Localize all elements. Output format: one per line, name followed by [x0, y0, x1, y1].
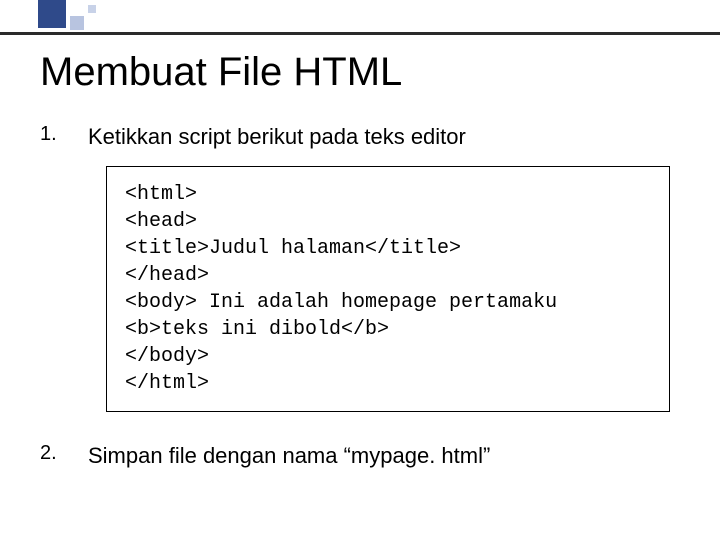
item-number: 2. — [40, 442, 88, 465]
list-item: 2. Simpan file dengan nama “mypage. html… — [40, 442, 680, 471]
item-text: Simpan file dengan nama “mypage. html” — [88, 442, 490, 471]
corner-decoration — [0, 0, 140, 40]
deco-square-large — [38, 0, 66, 28]
slide-content: Membuat File HTML 1. Ketikkan script ber… — [40, 50, 680, 484]
item-number: 1. — [40, 123, 88, 146]
list-item: 1. Ketikkan script berikut pada teks edi… — [40, 123, 680, 152]
code-block-wrap: <html> <head> <title>Judul halaman</titl… — [106, 166, 670, 412]
deco-bar — [0, 32, 720, 35]
deco-square-medium — [70, 16, 84, 30]
item-text: Ketikkan script berikut pada teks editor — [88, 123, 466, 152]
code-block: <html> <head> <title>Judul halaman</titl… — [106, 166, 670, 412]
deco-square-small — [88, 5, 96, 13]
slide-title: Membuat File HTML — [40, 50, 680, 95]
